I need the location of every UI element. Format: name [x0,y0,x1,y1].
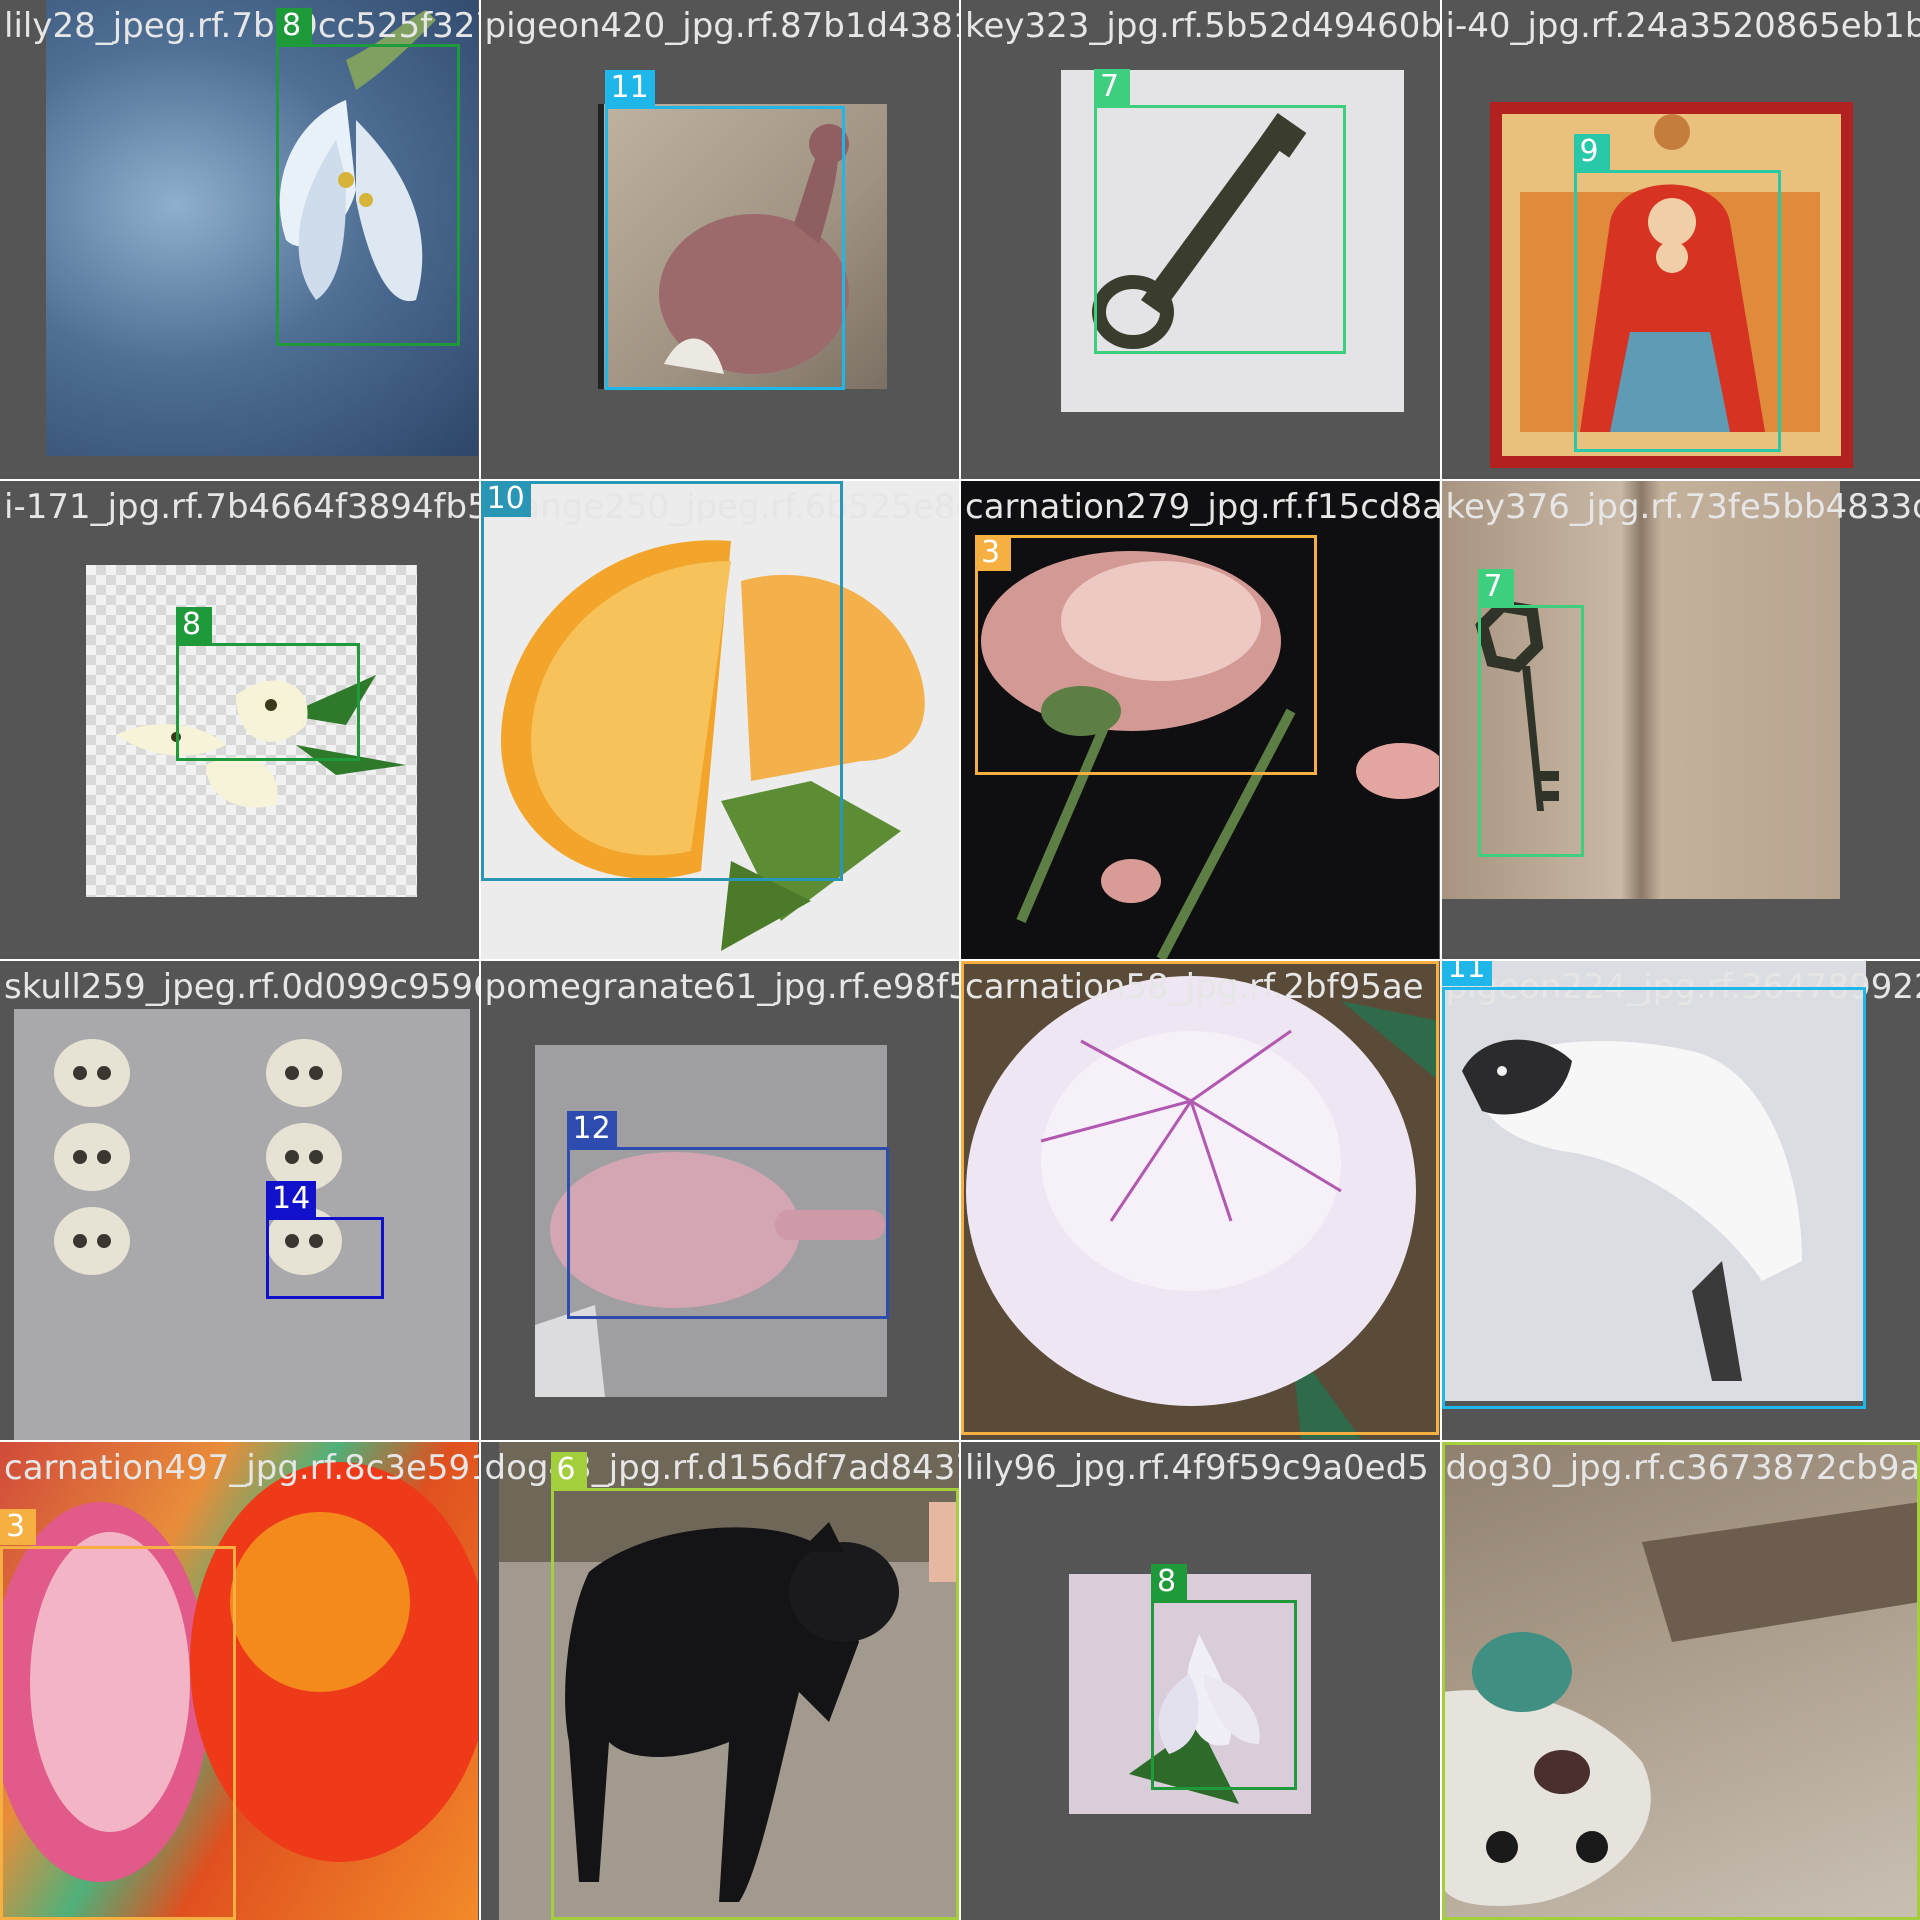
tile-key323[interactable]: key323_jpg.rf.5b52d49460b4e 7 [961,0,1440,479]
tile-image-skulls [14,1009,470,1440]
bounding-box[interactable]: 10 [480,480,843,881]
tile-skull259[interactable]: skull259_jpeg.rf.0d099c9596 14 [0,961,479,1440]
tile-carnation58[interactable]: carnation58_jpg.rf.2bf95ae 3 [961,961,1440,1440]
tile-filename: i-171_jpg.rf.7b4664f3894fb5 [4,486,479,527]
tile-pigeon224[interactable]: pigeon224_jpg.rf.3647899224 11 [1441,961,1920,1440]
class-label: 14 [266,1181,317,1217]
class-label: 8 [1151,1563,1187,1600]
bounding-box[interactable]: 6 [1441,1441,1920,1920]
class-label: 11 [1441,961,1492,986]
skulls-art [54,1039,342,1275]
class-label: 3 [0,1508,36,1545]
tile-carnation279[interactable]: carnation279_jpg.rf.f15cd8a2 3 [961,480,1440,959]
tile-filename: key323_jpg.rf.5b52d49460b4e [965,6,1440,46]
tile-key376[interactable]: key376_jpg.rf.73fe5bb4833d 7 [1441,480,1920,959]
bounding-box[interactable]: 3 [0,1508,236,1920]
tile-lily28[interactable]: lily28_jpeg.rf.7b89cc525f327 8 [0,0,479,479]
bounding-box[interactable]: 14 [266,1181,384,1299]
tile-pomegranate61[interactable]: pomegranate61_jpg.rf.e98f5 12 [480,961,960,1440]
tile-pigeon420[interactable]: pigeon420_jpg.rf.87b1d4381b8c39 11 [480,0,960,479]
tile-filename: skull259_jpeg.rf.0d099c9596 [4,967,479,1007]
bounding-box[interactable]: 11 [1441,961,1866,1409]
class-label: 7 [1094,69,1130,105]
class-label: 9 [1573,134,1610,170]
bounding-box[interactable]: 8 [176,606,360,761]
bounding-box[interactable]: 7 [1094,69,1346,354]
tile-lily96[interactable]: lily96_jpg.rf.4f9f59c9a0ed5 8 [961,1441,1440,1920]
bounding-box[interactable]: 8 [1151,1563,1297,1790]
bounding-box[interactable]: 9 [1573,134,1781,452]
mosaic-grid: lily28_jpeg.rf.7b89cc525f327 8 pigeon420… [0,0,1920,1920]
tile-filename: lily96_jpg.rf.4f9f59c9a0ed5 [965,1447,1429,1488]
class-label: 7 [1477,568,1514,605]
tile-dog43[interactable]: dog43_jpg.rf.d156df7ad8437 6 [480,1441,959,1920]
tile-carnation497[interactable]: carnation497_jpg.rf.8c3e591 3 [0,1441,479,1920]
class-label: 8 [276,8,312,44]
tile-dog30[interactable]: dog30_jpg.rf.c3673872cb9a4 6 [1441,1441,1920,1920]
bounding-box[interactable]: 3 [961,961,1439,1435]
bounding-box[interactable]: 7 [1477,568,1584,857]
class-label: 10 [480,480,531,517]
class-label: 6 [550,1451,587,1488]
tile-filename: pomegranate61_jpg.rf.e98f5 [484,967,960,1007]
class-label: 12 [566,1111,617,1147]
bounding-box[interactable]: 6 [550,1451,959,1920]
bounding-box[interactable]: 8 [276,8,460,346]
bounding-box[interactable]: 11 [604,70,845,390]
class-label: 3 [975,534,1011,571]
tile-i171[interactable]: i-171_jpg.rf.7b4664f3894fb5 8 [0,480,479,959]
tile-filename: pigeon420_jpg.rf.87b1d4381b8c39 [484,6,960,46]
bounding-box[interactable]: 3 [975,534,1317,775]
class-label: 8 [176,606,212,643]
tile-i40[interactable]: i-40_jpg.rf.24a3520865eb1b 9 [1441,0,1920,479]
tile-orange250[interactable]: orange250_jpeg.rf.6b525e8cb 10 [480,480,959,959]
bounding-box[interactable]: 12 [566,1111,889,1319]
class-label: 11 [604,70,655,106]
tile-filename: i-40_jpg.rf.24a3520865eb1b [1445,6,1920,46]
